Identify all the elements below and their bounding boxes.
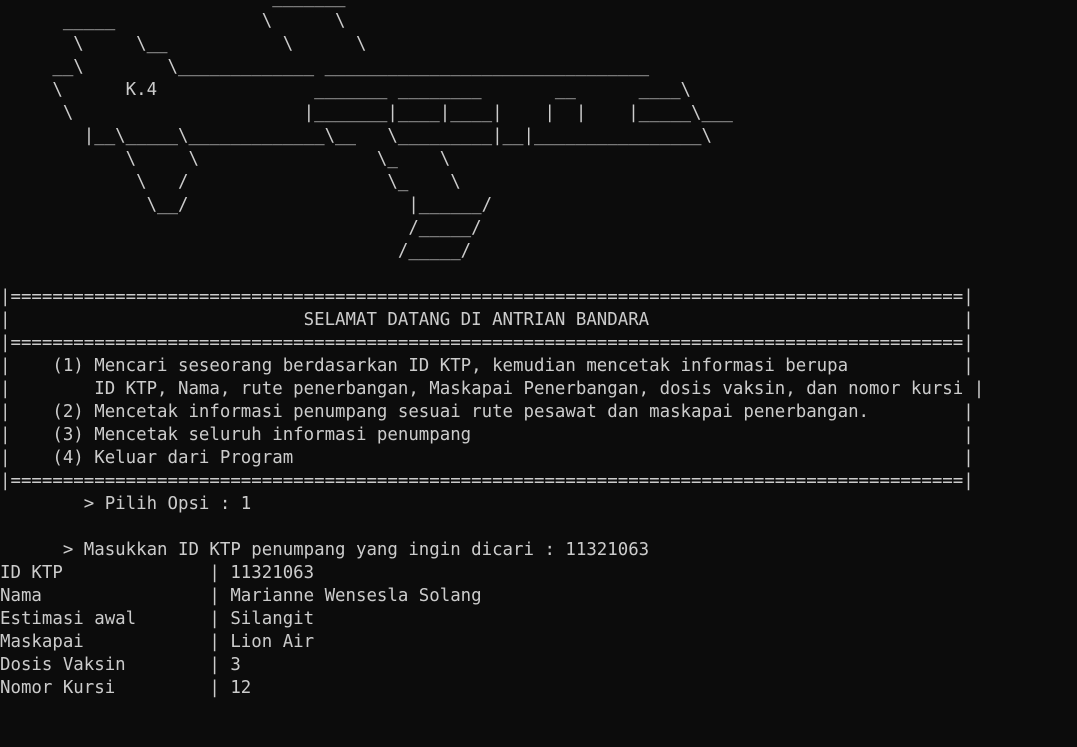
ascii-art-line: __\ \_____________ _____________________… <box>0 57 650 77</box>
result-row-dosis-vaksin: Dosis Vaksin | 3 <box>0 655 241 675</box>
ascii-art-line: /_____/ <box>0 218 482 238</box>
ascii-art-line: _____ \ \ <box>0 11 346 31</box>
menu-option-2: | (2) Mencetak informasi penumpang sesua… <box>0 402 974 422</box>
menu-border-top: |=======================================… <box>0 287 974 307</box>
menu-option-1: | (1) Mencari seseorang berdasarkan ID K… <box>0 356 974 376</box>
option-prompt: > Pilih Opsi : 1 <box>0 494 252 514</box>
result-row-estimasi-awal: Estimasi awal | Silangit <box>0 609 315 629</box>
search-prompt: > Masukkan ID KTP penumpang yang ingin d… <box>0 540 650 560</box>
ascii-art-line: /_____/ <box>0 241 472 261</box>
ascii-art-line: \ K.4 _______ ________ __ ____\ <box>0 80 692 100</box>
menu-option-1-continued: | ID KTP, Nama, rute penerbangan, Maskap… <box>0 379 985 399</box>
ascii-art-line: _______ <box>0 0 1077 10</box>
menu-title: | SELAMAT DATANG DI ANTRIAN BANDARA | <box>0 310 974 330</box>
ascii-art-line: \ / \_ \ <box>0 172 461 192</box>
ascii-art-line: \ \ \_ \ <box>0 149 451 169</box>
menu-border-divider: |=======================================… <box>0 333 974 353</box>
menu-option-4: | (4) Keluar dari Program | <box>0 448 974 468</box>
ascii-art-line: \ |_______|____|____| | | |_____\___ <box>0 103 733 123</box>
menu-box: |=======================================… <box>0 286 1077 493</box>
ascii-art-airplane: _______ _____ \ \ \ \__ \ \ __\ \_______… <box>0 0 1077 286</box>
ascii-art-line: \ \__ \ \ <box>0 34 367 54</box>
console-output: _______ _____ \ \ \ \__ \ \ __\ \_______… <box>0 0 1077 747</box>
result-row-maskapai: Maskapai | Lion Air <box>0 632 315 652</box>
menu-border-bottom: |=======================================… <box>0 471 974 491</box>
result-row-id-ktp: ID KTP | 11321063 <box>0 563 315 583</box>
ascii-art-line: |__\_____\_____________\__ \_________|__… <box>0 126 712 146</box>
menu-option-3: | (3) Mencetak seluruh informasi penumpa… <box>0 425 974 445</box>
ascii-art-line <box>0 263 1077 286</box>
result-row-nomor-kursi: Nomor Kursi | 12 <box>0 678 252 698</box>
ascii-art-line: \__/ |______/ <box>0 195 493 215</box>
passenger-result: ID KTP | 11321063 Nama | Marianne Wenses… <box>0 562 1077 700</box>
result-row-nama: Nama | Marianne Wensesla Solang <box>0 586 482 606</box>
